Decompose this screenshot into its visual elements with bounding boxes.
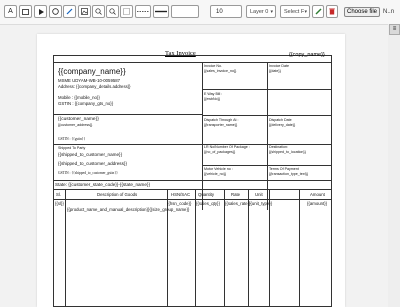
- zoom-in-icon: [95, 8, 102, 15]
- col-amount-header: Amount: [310, 192, 325, 197]
- confirm-button[interactable]: [312, 5, 324, 18]
- customer-address: {{customer_address}}: [58, 123, 93, 127]
- state-line: State: {{customer_state_code}}-{{state_n…: [55, 182, 151, 187]
- company-mobile: Mobile : {{mobile_no}}: [58, 95, 100, 100]
- row-divider-1: [202, 89, 332, 90]
- row-hsn: {{hsn_code}}: [167, 201, 192, 206]
- play-button[interactable]: [34, 5, 47, 18]
- solid-line-button[interactable]: [153, 5, 169, 18]
- row-amount: {{amount}}: [307, 201, 328, 206]
- shipped-name: {{shipped_to_customer_name}}: [58, 152, 123, 157]
- zoom-out-button[interactable]: [106, 5, 119, 18]
- vertical-scrollbar[interactable]: [388, 24, 400, 307]
- file-name-label: N..n: [383, 8, 395, 15]
- col-sl-header: Sl.: [56, 192, 62, 197]
- invoice-no: {{sales_invoice_no}}: [204, 69, 237, 73]
- image-icon: [81, 8, 88, 15]
- table-header-divider: [53, 199, 332, 200]
- motor-value: {{vehicle_no}}: [204, 172, 226, 176]
- file-picker[interactable]: Choose file N..n: [344, 5, 394, 18]
- dispatch-date: {{delivery_date}}: [269, 123, 296, 127]
- panel-toggle-button[interactable]: ≡: [389, 24, 400, 35]
- dashed-line-icon: [137, 11, 149, 12]
- company-address: Address: {{company_details.address}}: [58, 84, 131, 89]
- row-description: {{product_name_and_manual_description}}{…: [67, 207, 190, 212]
- col-divider-sl: [65, 189, 66, 307]
- col-rate-header: Rate: [231, 192, 241, 197]
- zoom-in-button[interactable]: [92, 5, 105, 18]
- destination-value: {{shipped_to_location}}: [269, 150, 306, 154]
- font-size-input[interactable]: 10: [210, 5, 242, 18]
- pen-icon: [66, 8, 73, 15]
- font-size-value: 10: [216, 8, 223, 15]
- col-divider-unit: [269, 189, 270, 307]
- zoom-out-icon: [109, 8, 116, 15]
- play-icon: [38, 8, 44, 15]
- layer-select[interactable]: Layer 0 ▾: [246, 5, 276, 18]
- ellipse-tool-button[interactable]: [49, 5, 62, 18]
- row-divider-3: [53, 144, 332, 145]
- customer-gstin: GSTIN : {{gstin}}: [58, 137, 86, 141]
- toolbar: A 10 Layer 0 ▾ Select F ▾ Choose file N..n: [0, 0, 400, 25]
- col-hsn-header: HSN/SAC: [171, 192, 191, 197]
- info-column-divider: [202, 62, 203, 210]
- row-unit: {{unit_type}}: [249, 201, 273, 206]
- row-divider-2: [202, 115, 332, 116]
- trash-icon: [329, 8, 335, 15]
- text-tool-button[interactable]: A: [4, 5, 17, 18]
- shipped-address: {{shipped_to_customer_address}}: [58, 161, 127, 166]
- choose-file-button[interactable]: Choose file: [344, 6, 381, 17]
- pen-green-icon: [315, 8, 321, 15]
- circle-icon: [52, 8, 59, 15]
- shipped-gstin: GSTIN : {{shipped_to_customer_gstin}}: [58, 171, 118, 175]
- pen-tool-button[interactable]: [63, 5, 76, 18]
- text-tool-label: A: [8, 8, 13, 15]
- line-width-input[interactable]: [171, 5, 199, 18]
- solid-line-icon: [155, 10, 167, 13]
- fit-page-icon: [123, 8, 130, 15]
- col-qty-header: Quantity: [198, 192, 215, 197]
- chevron-down-icon: ▾: [304, 9, 307, 15]
- row-rate: {{sales_rate}}: [225, 201, 251, 206]
- dispatch-through: {{transporter_name}}: [204, 123, 238, 127]
- row-divider-6: [53, 189, 332, 190]
- fit-page-button[interactable]: [120, 5, 133, 18]
- customer-name: {{customer_name}}: [58, 117, 99, 122]
- row-sl: {{sl}}: [55, 201, 64, 206]
- rectangle-tool-button[interactable]: [19, 5, 32, 18]
- field-select[interactable]: Select F ▾: [280, 5, 310, 18]
- row-divider-5: [53, 180, 332, 181]
- lr-value: {{no_of_packages}}: [204, 150, 236, 154]
- invoice-frame: [53, 55, 332, 307]
- eway-value: {{ewbNo}}: [204, 97, 220, 101]
- col-divider-qty: [224, 189, 225, 307]
- terms-value: {{transaction_type_text}}: [269, 172, 308, 176]
- field-select-value: Select F: [284, 8, 305, 15]
- shipped-label: Shipped To Party: [58, 146, 86, 150]
- col-unit-header: Unit: [255, 192, 263, 197]
- delete-button[interactable]: [326, 5, 338, 18]
- dashed-line-button[interactable]: [135, 5, 151, 18]
- image-tool-button[interactable]: [78, 5, 91, 18]
- company-gstin: GSTIN : {{company_gts_no}}: [58, 101, 114, 106]
- col-desc-header: Description of Goods: [97, 192, 138, 197]
- company-divider: [53, 114, 202, 115]
- panel-icon: ≡: [392, 26, 397, 32]
- msme-number: MSME UDYAM-WB-10-0059587: [58, 78, 121, 83]
- info-column-divider-2: [267, 62, 268, 210]
- company-name: {{company_name}}: [58, 67, 126, 76]
- rectangle-icon: [22, 8, 29, 15]
- row-qty: {{sales_qty}}: [196, 201, 220, 206]
- col-divider-rate: [248, 189, 249, 307]
- invoice-page: Tax Invoice {{copy_name}} {{company_name…: [37, 34, 345, 307]
- chevron-down-icon: ▾: [270, 9, 273, 15]
- header-divider: [53, 62, 332, 63]
- invoice-date: {{date}}: [269, 69, 281, 73]
- col-divider-amount: [299, 189, 300, 307]
- copy-name: {{copy_name}}: [289, 52, 325, 58]
- row-divider-4: [202, 165, 332, 166]
- invoice-title: Tax Invoice: [165, 50, 196, 57]
- layer-select-value: Layer 0: [250, 8, 269, 15]
- col-divider-hsn: [195, 189, 196, 307]
